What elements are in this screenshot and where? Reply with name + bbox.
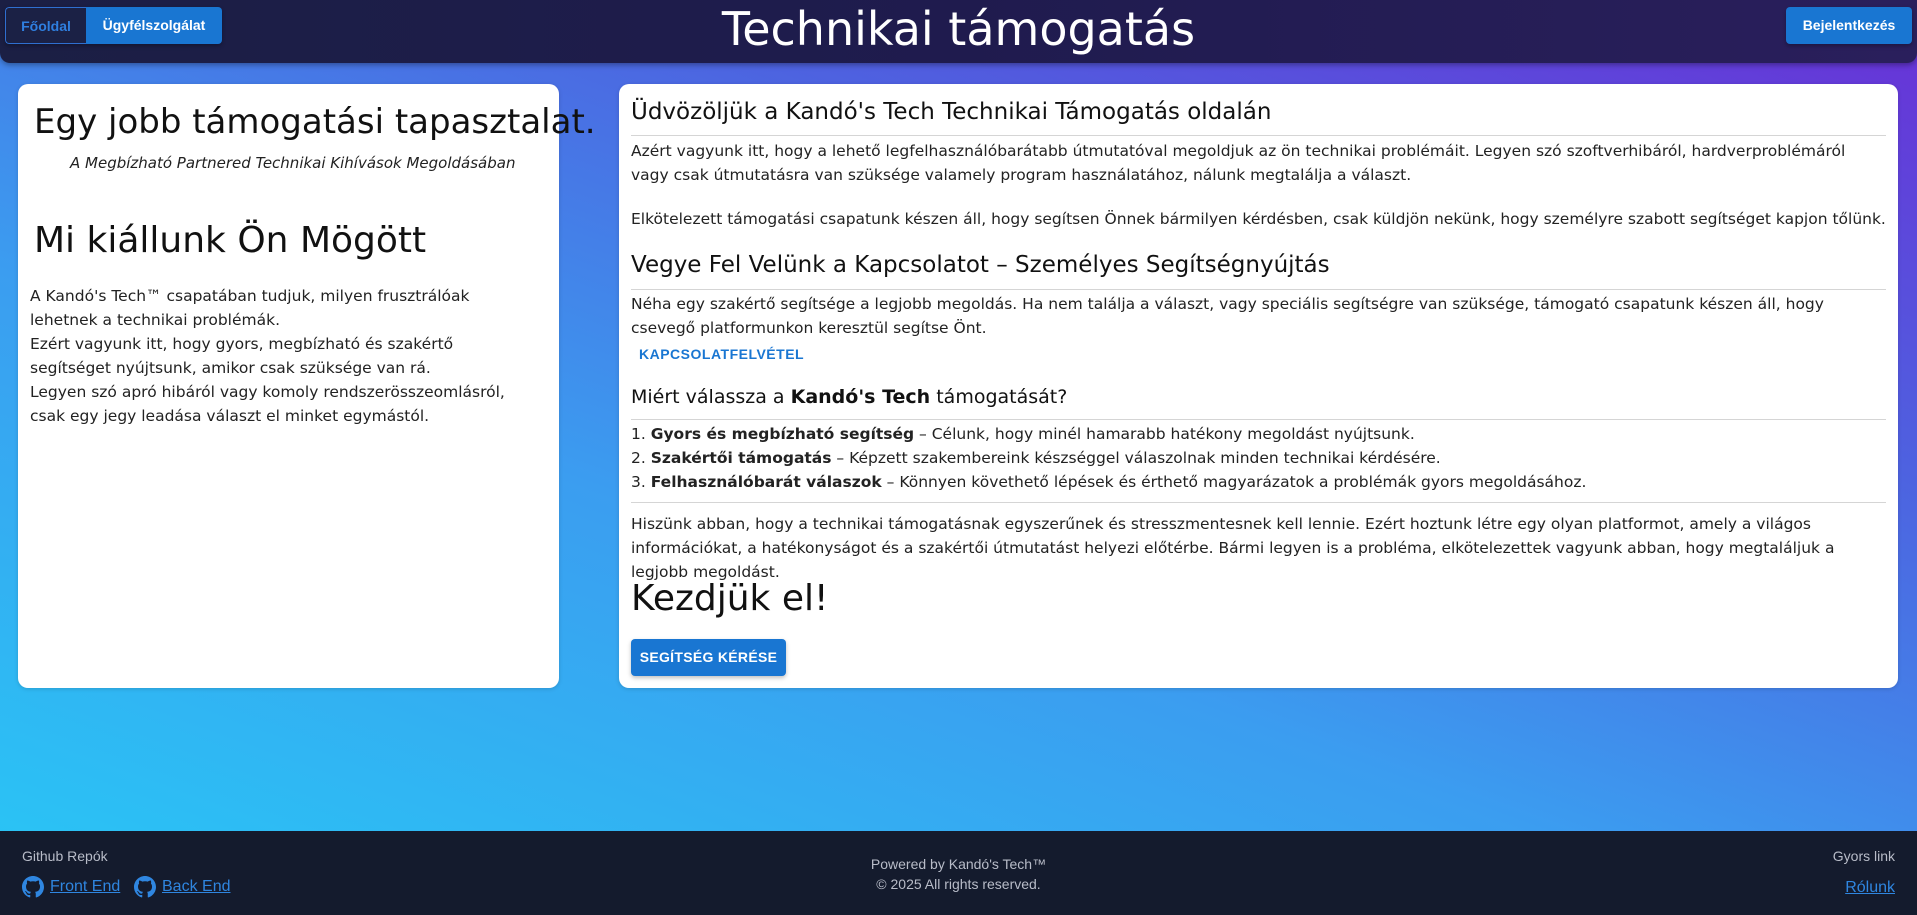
intro-paragraph: A Kandó's Tech™ csapatában tudjuk, milye… [30, 287, 470, 329]
why-title: Miért válassza a Kandó's Tech támogatásá… [631, 386, 1067, 408]
list-text: – Képzett szakembereink készséggel válas… [831, 449, 1441, 467]
copyright: © 2025 All rights reserved. [876, 876, 1041, 892]
intro-paragraph: Legyen szó apró hibáról vagy komoly rend… [30, 383, 505, 425]
list-item: 2. Szakértői támogatás – Képzett szakemb… [631, 446, 1586, 470]
about-link[interactable]: Rólunk [1845, 879, 1895, 897]
list-number: 2. [631, 449, 651, 467]
footer: Github Repók Front End Back End Powered … [0, 831, 1917, 915]
divider [631, 289, 1886, 290]
closing-paragraph: Hiszünk abban, hogy a technikai támogatá… [631, 515, 1835, 581]
contact-title: Vegye Fel Velünk a Kapcsolatot – Személy… [631, 252, 1330, 278]
top-bar: Technikai támogatás Főoldal Ügyfélszolgá… [0, 0, 1917, 63]
contact-link-button[interactable]: KAPCSOLATFELVÉTEL [639, 346, 804, 362]
why-prefix: Miért válassza a [631, 386, 791, 408]
reasons-list: 1. Gyors és megbízható segítség – Célunk… [631, 422, 1586, 494]
list-item: 1. Gyors és megbízható segítség – Célunk… [631, 422, 1586, 446]
welcome-paragraph: Azért vagyunk itt, hogy a lehető legfelh… [631, 142, 1846, 184]
footer-credits: Powered by Kandó's Tech™ © 2025 All righ… [0, 854, 1917, 894]
list-item: 3. Felhasználóbarát válaszok – Könnyen k… [631, 470, 1586, 494]
intro-paragraph: Ezért vagyunk itt, hogy gyors, megbízhat… [30, 335, 454, 377]
intro-card: Egy jobb támogatási tapasztalat. A Megbí… [18, 84, 596, 688]
contact-paragraph: Néha egy szakértő segítsége a legjobb me… [631, 295, 1824, 337]
quick-link-title: Gyors link [1832, 848, 1895, 864]
request-help-button[interactable]: SEGÍTSÉG KÉRÉSE [631, 639, 786, 676]
why-suffix: támogatását? [930, 386, 1068, 408]
login-button[interactable]: Bejelentkezés [1786, 7, 1912, 44]
cta-title: Kezdjük el! [631, 578, 829, 619]
list-text: – Célunk, hogy minél hamarabb hatékony m… [914, 425, 1415, 443]
intro-heading: Mi kiállunk Ön Mögött [34, 220, 427, 261]
divider [631, 419, 1886, 420]
nav-home-button[interactable]: Főoldal [5, 7, 86, 44]
info-card: Üdvözöljük a Kandó's Tech Technikai Támo… [619, 84, 1898, 688]
list-text: – Könnyen követhető lépések és érthető m… [881, 473, 1587, 491]
intro-body: A Kandó's Tech™ csapatában tudjuk, milye… [30, 284, 530, 428]
nav-tabs: Főoldal Ügyfélszolgálat [5, 7, 222, 44]
list-bold: Szakértői támogatás [650, 449, 832, 467]
welcome-paragraph-2: Elkötelezett támogatási csapatunk készen… [631, 210, 1886, 228]
powered-by: Powered by Kandó's Tech™ [870, 856, 1047, 872]
divider [631, 502, 1886, 503]
intro-title: Egy jobb támogatási tapasztalat. [34, 102, 596, 142]
list-bold: Gyors és megbízható segítség [650, 425, 915, 443]
page-title: Technikai támogatás [721, 2, 1196, 56]
divider [631, 135, 1886, 136]
welcome-title: Üdvözöljük a Kandó's Tech Technikai Támo… [631, 99, 1272, 125]
list-bold: Felhasználóbarát válaszok [650, 473, 882, 491]
intro-subtitle: A Megbízható Partnered Technikai Kihívás… [70, 154, 516, 172]
why-brand: Kandó's Tech [790, 386, 931, 408]
list-number: 3. [631, 473, 651, 491]
nav-support-button[interactable]: Ügyfélszolgálat [86, 7, 222, 44]
list-number: 1. [631, 425, 651, 443]
